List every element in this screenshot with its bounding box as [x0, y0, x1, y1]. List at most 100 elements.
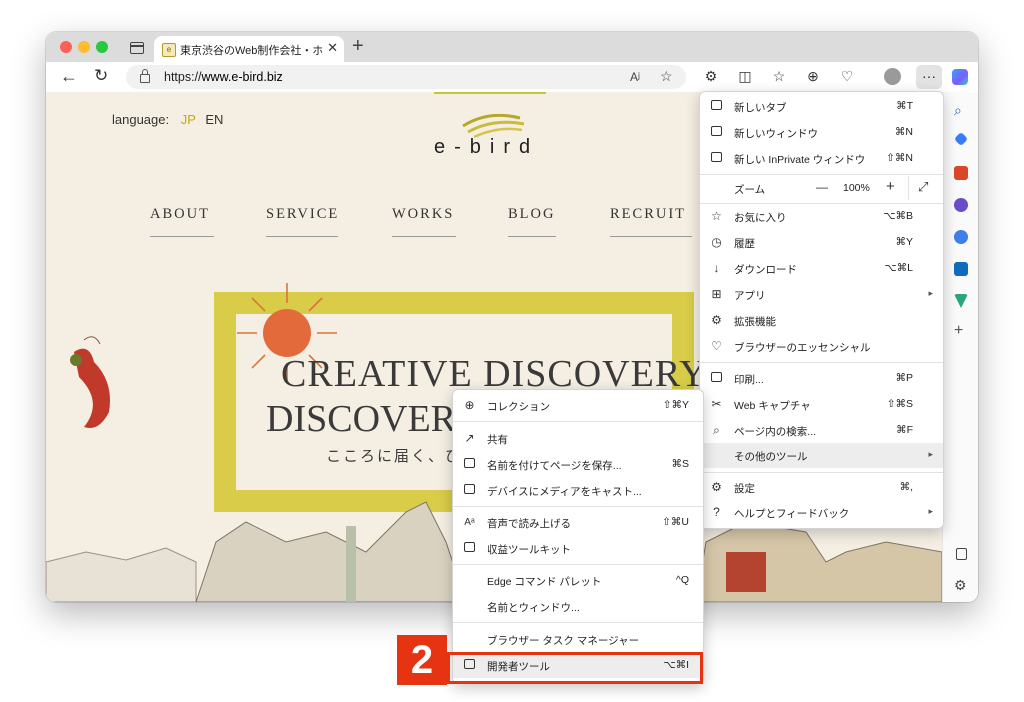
extensions-icon: ⚙	[711, 313, 722, 327]
split-screen-icon[interactable]: ◫	[736, 68, 754, 85]
browser-toolbar: ← ↻ https://www.e-bird.biz A͏ʲ ☆ ⚙ ◫ ☆ ⊕…	[46, 62, 978, 92]
menu-zoom-row: ズーム — 100% + ⤢	[700, 176, 943, 202]
bird-logo-icon	[462, 113, 525, 138]
menu-downloads[interactable]: ↓ ダウンロード ⌥⌘L	[700, 256, 943, 281]
fullscreen-icon[interactable]: ⤢	[918, 179, 928, 195]
nav-about[interactable]: ABOUT	[150, 206, 210, 223]
web-capture-icon: ✂	[711, 397, 722, 411]
browser-tab[interactable]: e 東京渋谷のWeb制作会社・ホーム ✕	[154, 36, 344, 62]
close-window-button[interactable]	[60, 41, 72, 53]
collections-icon: ⊕	[464, 398, 475, 412]
language-label: language:	[112, 112, 170, 127]
nav-underline	[266, 236, 338, 237]
maximize-window-button[interactable]	[96, 41, 108, 53]
nav-service[interactable]: SERVICE	[266, 206, 339, 223]
menu-separator	[453, 564, 703, 565]
collections-icon[interactable]: ⊕	[804, 68, 822, 85]
address-bar[interactable]: https://www.e-bird.biz A͏ʲ ☆	[126, 65, 686, 89]
favorites-icon[interactable]: ☆	[770, 68, 788, 85]
lang-en-link[interactable]: EN	[205, 112, 223, 127]
print-icon	[710, 372, 723, 385]
tools-briefcase-icon[interactable]	[954, 166, 968, 180]
submenu-arrow-icon: ▸	[928, 506, 933, 516]
url-text: https://www.e-bird.biz	[164, 70, 283, 84]
submenu-save-page[interactable]: 名前を付けてページを保存... ⌘S	[453, 452, 703, 477]
submenu-cast-media[interactable]: デバイスにメディアをキャスト...	[453, 478, 703, 503]
menu-print[interactable]: 印刷... ⌘P	[700, 366, 943, 391]
menu-new-window[interactable]: 新しいウィンドウ ⌘N	[700, 120, 943, 145]
hide-sidebar-icon[interactable]	[956, 548, 967, 560]
title-bar: e 東京渋谷のWeb制作会社・ホーム ✕ +	[46, 32, 978, 62]
favorite-star-icon[interactable]: ☆	[660, 68, 673, 85]
menu-favorites[interactable]: ☆ お気に入り ⌥⌘B	[700, 204, 943, 229]
submenu-revenue-toolkit[interactable]: 収益ツールキット	[453, 536, 703, 561]
menu-apps[interactable]: ⊞ アプリ ▸	[700, 282, 943, 307]
submenu-command-palette[interactable]: Edge コマンド パレット ^Q	[453, 568, 703, 593]
submenu-name-window[interactable]: 名前とウィンドウ...	[453, 594, 703, 619]
menu-browser-essentials[interactable]: ♡ ブラウザーのエッセンシャル	[700, 334, 943, 359]
submenu-collections[interactable]: ⊕ コレクション ⇧⌘Y	[453, 393, 703, 418]
nav-underline	[392, 236, 456, 237]
extensions-icon[interactable]: ⚙	[702, 68, 720, 85]
settings-icon: ⚙	[711, 480, 722, 494]
tab-actions-icon[interactable]	[130, 42, 144, 54]
zoom-out-button[interactable]: —	[816, 180, 828, 194]
browser-essentials-icon[interactable]: ♡	[838, 68, 856, 85]
menu-new-tab[interactable]: 新しいタブ ⌘T	[700, 94, 943, 119]
cast-icon	[463, 484, 476, 497]
shopping-tag-icon[interactable]	[953, 131, 969, 147]
menu-history[interactable]: ◷ 履歴 ⌘Y	[700, 230, 943, 255]
nav-recruit[interactable]: RECRUIT	[610, 206, 686, 223]
zoom-in-button[interactable]: +	[886, 178, 895, 195]
more-tools-submenu: ⊕ コレクション ⇧⌘Y ↗ 共有 名前を付けてページを保存... ⌘S デバイ…	[452, 389, 704, 684]
sidebar-settings-icon[interactable]: ⚙	[954, 578, 968, 592]
menu-extensions[interactable]: ⚙ 拡張機能	[700, 308, 943, 333]
lang-jp-link[interactable]: JP	[181, 112, 196, 127]
copilot-icon[interactable]	[952, 69, 968, 85]
submenu-task-manager[interactable]: ブラウザー タスク マネージャー	[453, 627, 703, 652]
nav-blog[interactable]: BLOG	[508, 206, 555, 223]
settings-and-more-button[interactable]: ···	[916, 65, 942, 89]
language-switcher: language: JP EN	[112, 112, 223, 127]
refresh-icon[interactable]: ↻	[94, 66, 108, 86]
menu-web-capture[interactable]: ✂ Web キャプチャ ⇧⌘S	[700, 392, 943, 417]
menu-new-inprivate[interactable]: 新しい InPrivate ウィンドウ ⇧⌘N	[700, 146, 943, 171]
outlook-icon[interactable]	[954, 262, 968, 276]
minimize-window-button[interactable]	[78, 41, 90, 53]
download-icon: ↓	[713, 261, 720, 275]
lock-icon	[140, 69, 150, 83]
favorites-icon: ☆	[711, 209, 722, 223]
close-tab-icon[interactable]: ✕	[327, 40, 338, 56]
submenu-read-aloud[interactable]: Aᵃ 音声で読み上げる ⇧⌘U	[453, 510, 703, 535]
edge-sidebar: ⌕ + ⚙	[942, 92, 978, 602]
help-icon: ?	[713, 505, 720, 519]
add-sidebar-app-icon[interactable]: +	[954, 323, 968, 339]
profile-avatar[interactable]	[884, 68, 901, 85]
office-icon[interactable]	[954, 230, 968, 244]
settings-menu: 新しいタブ ⌘T 新しいウィンドウ ⌘N 新しい InPrivate ウィンドウ…	[699, 91, 944, 529]
hero-subcopy: こころに届く、ひ	[326, 448, 463, 465]
favicon-icon: e	[162, 43, 176, 57]
people-icon[interactable]	[954, 198, 968, 212]
back-icon[interactable]: ←	[60, 66, 78, 87]
nav-underline	[610, 236, 692, 237]
nav-works[interactable]: WORKS	[392, 206, 454, 223]
read-aloud-icon[interactable]: A͏ʲ	[630, 70, 640, 84]
menu-separator	[453, 506, 703, 507]
zoom-level: 100%	[843, 182, 870, 194]
drop-icon[interactable]	[954, 294, 968, 308]
menu-find-on-page[interactable]: ⌕ ページ内の検索... ⌘F	[700, 418, 943, 443]
menu-more-tools[interactable]: その他のツール ▸	[700, 443, 943, 468]
new-tab-button[interactable]: +	[352, 35, 364, 58]
browser-essentials-icon: ♡	[711, 339, 722, 353]
menu-settings[interactable]: ⚙ 設定 ⌘,	[700, 475, 943, 500]
submenu-share[interactable]: ↗ 共有	[453, 426, 703, 451]
bird-illustration	[70, 336, 110, 428]
inprivate-icon	[710, 152, 723, 165]
find-icon: ⌕	[713, 423, 720, 437]
menu-separator	[453, 421, 703, 422]
menu-help-feedback[interactable]: ? ヘルプとフィードバック ▸	[700, 500, 943, 525]
site-logo[interactable]: e-bird	[434, 136, 539, 159]
search-icon[interactable]: ⌕	[954, 102, 968, 118]
revenue-toolkit-icon	[463, 542, 476, 555]
